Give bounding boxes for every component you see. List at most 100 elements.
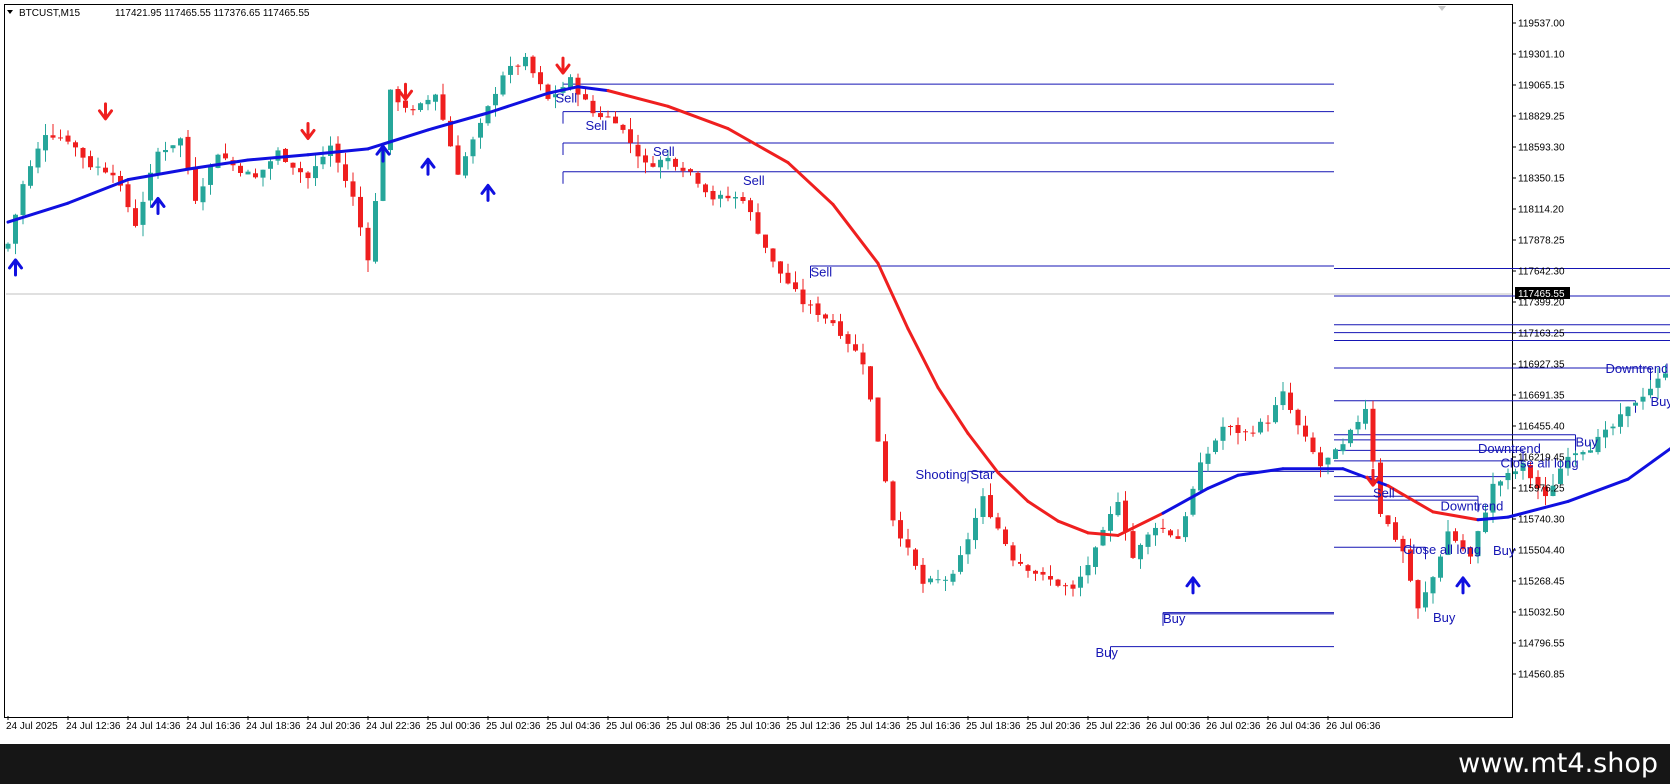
signal-label: Downtrend [1441,499,1504,514]
candle-body [628,129,633,143]
y-tick-label: 116927.35 [1518,360,1565,371]
x-tick-label: 25 Jul 16:36 [906,721,961,732]
candle-body [1453,531,1458,541]
signal-label: Buy [1096,645,1119,660]
candle-body [995,517,1001,529]
candle-body [1363,408,1368,424]
candle-body [425,99,431,105]
candle-body [1348,429,1353,444]
candle-body [733,197,738,199]
candle-body [1265,422,1271,424]
candle-body [1093,547,1098,567]
candle-body [140,201,146,225]
x-tick-label: 26 Jul 02:36 [1206,721,1261,732]
candle-body [1633,402,1638,406]
candle-body [868,366,873,400]
candle-body [530,56,536,74]
candle-body [1078,576,1083,588]
candle-body [470,139,476,157]
candle-body [755,212,761,234]
candle-body [598,113,603,118]
candle-body [73,142,78,148]
candle-body [590,100,596,114]
candle-body [185,136,191,169]
candle-body [500,75,506,95]
candle-body [950,573,956,582]
candle-body [1160,527,1166,529]
candle-body [943,579,948,581]
x-tick-label: 25 Jul 06:36 [606,721,661,732]
candle-body [1003,529,1008,545]
candle-body [223,153,228,159]
candle-body [583,94,588,100]
candle-body [763,234,768,248]
candle-body [1190,488,1196,515]
candle-body [830,320,836,324]
x-tick-label: 25 Jul 20:36 [1026,721,1081,732]
candle-body [785,272,791,284]
x-tick-label: 25 Jul 04:36 [546,721,601,732]
candle-body [988,495,993,518]
candle-body [125,184,131,208]
candle-body [1625,406,1631,417]
candle-body [1055,579,1061,586]
signal-label: Shooting Star [916,467,995,482]
y-tick-label: 119537.00 [1518,19,1565,30]
candle-body [823,314,828,319]
candle-body [200,186,206,203]
candle-body [1618,414,1623,427]
x-tick-label: 24 Jul 20:36 [306,721,361,732]
footer-bar: www.mt4.shop [0,744,1670,784]
candle-body [433,94,438,102]
candle-body [1498,481,1503,486]
candle-body [568,77,573,88]
candle-body [1558,468,1563,484]
candle-body [103,167,108,173]
candle-body [1123,500,1128,532]
candle-body [1588,450,1593,453]
y-tick-label: 117163.25 [1518,329,1565,340]
current-price-badge: 117465.55 [1515,287,1570,300]
candle-body [298,168,303,173]
candle-body [1168,530,1173,536]
candle-body [290,162,296,168]
candle-body [1610,426,1616,429]
symbol-label: BTCUST,M15 [19,8,81,19]
candle-body [1010,545,1016,561]
candle-body [313,166,318,179]
price-chart[interactable]: BTCUST,M15 117421.95 117465.55 117376.65… [0,0,1670,744]
candle-body [1415,580,1421,609]
candle-body [1063,585,1068,587]
candle-body [680,167,686,171]
candle-body [1393,522,1398,540]
candle-body [1085,565,1091,576]
candle-body [905,539,911,548]
candle-body [853,344,858,351]
candle-body [350,181,356,197]
candle-body [935,579,941,581]
candle-body [1640,396,1646,402]
y-tick-label: 115032.50 [1518,608,1565,619]
x-tick-label: 25 Jul 14:36 [846,721,901,732]
ohlc-readout: 117421.95 117465.55 117376.65 117465.55 [115,8,310,19]
signal-label: Buy [1651,394,1670,409]
signal-label: Sell [1373,485,1395,500]
signal-label: Sell [653,144,675,159]
candle-body [1505,472,1511,481]
candle-body [88,156,93,168]
candle-body [1250,432,1256,434]
signal-label: Sell [556,90,578,105]
candle-body [245,171,251,175]
y-tick-label: 118593.30 [1518,143,1565,154]
signal-label: Sell [811,264,833,279]
candle-body [838,321,843,336]
signal-label: Buy [1576,434,1599,449]
y-tick-label: 118114.20 [1518,205,1564,216]
candle-body [860,352,866,365]
candle-body [418,103,423,111]
x-tick-label: 24 Jul 18:36 [246,721,301,732]
current-price-label: 117465.55 [1518,289,1565,300]
candle-body [1423,592,1428,608]
candle-body [800,289,806,305]
candle-body [493,93,498,106]
